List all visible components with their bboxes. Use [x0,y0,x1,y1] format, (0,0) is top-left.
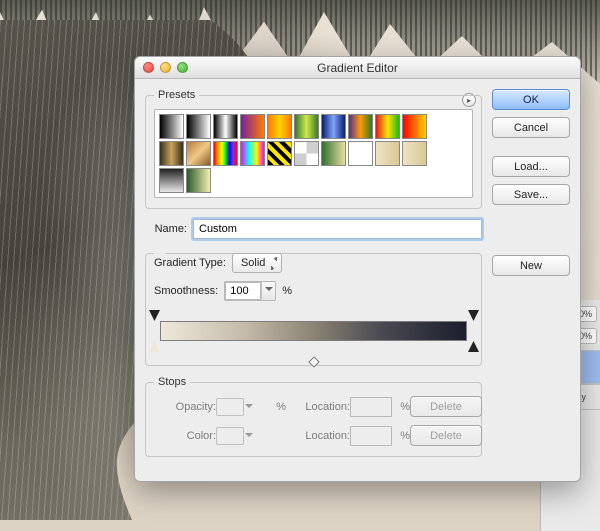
save-button[interactable]: Save... [492,184,570,205]
name-label: Name: [145,223,187,235]
preset-swatch[interactable] [402,114,427,139]
delete-color-stop-button: Delete [410,425,482,446]
location-label: Location: [286,430,350,442]
chevron-down-icon [245,404,253,412]
gradient-bar[interactable] [160,321,467,341]
percent-label: % [396,430,410,442]
preset-swatch[interactable] [213,114,238,139]
preset-swatch[interactable] [348,141,373,166]
preset-swatch[interactable] [186,141,211,166]
smoothness-input[interactable] [224,281,276,301]
preset-swatch[interactable] [213,141,238,166]
location-label: Location: [286,401,350,413]
ok-button[interactable]: OK [492,89,570,110]
preset-swatch[interactable] [402,141,427,166]
color-stop-handle[interactable] [468,341,479,352]
preset-swatch[interactable] [186,168,211,193]
opacity-stop-handle[interactable] [149,310,160,321]
percent-label: % [272,401,286,413]
smoothness-label: Smoothness: [154,285,218,297]
new-button[interactable]: New [492,255,570,276]
preset-swatch[interactable] [267,114,292,139]
preset-swatch[interactable] [375,114,400,139]
preset-swatch[interactable] [159,114,184,139]
color-location-input [350,426,392,446]
window-title: Gradient Editor [135,61,580,75]
gradient-settings-fieldset: . Gradient Type: Solid Smoothness: % [145,247,482,366]
preset-swatch[interactable] [375,141,400,166]
preset-swatch[interactable] [240,114,265,139]
presets-fieldset: Presets [145,89,482,209]
preset-swatch[interactable] [294,114,319,139]
titlebar[interactable]: Gradient Editor [135,57,580,79]
preset-swatch[interactable] [294,141,319,166]
load-button[interactable]: Load... [492,156,570,177]
color-stop-handle[interactable] [149,341,160,352]
gradient-ramp[interactable] [154,309,473,359]
stops-fieldset: Stops Opacity: % Location: % Delete Colo… [145,376,482,457]
stepper-icon[interactable] [261,282,275,300]
name-input[interactable] [193,219,482,239]
midpoint-handle[interactable] [308,356,319,367]
preset-swatch[interactable] [240,141,265,166]
zoom-icon[interactable] [177,62,188,73]
close-icon[interactable] [143,62,154,73]
preset-swatch[interactable] [267,141,292,166]
gradient-type-select[interactable]: Solid [232,253,282,273]
presets-legend: Presets [154,89,199,101]
preset-swatch[interactable] [348,114,373,139]
cancel-button[interactable]: Cancel [492,117,570,138]
color-swatch-field [216,427,244,445]
percent-label: % [282,285,292,297]
preset-swatch[interactable] [159,168,184,193]
percent-label: % [396,401,410,413]
minimize-icon[interactable] [160,62,171,73]
gradient-editor-dialog: Gradient Editor ▸ Presets Name: . Gradie… [134,56,581,482]
presets-grid[interactable] [154,109,473,198]
preset-swatch[interactable] [159,141,184,166]
opacity-value-field [216,398,244,416]
opacity-location-input [350,397,392,417]
opacity-stop-handle[interactable] [468,310,479,321]
preset-swatch[interactable] [321,141,346,166]
gradient-type-label: Gradient Type: [154,257,226,269]
stops-legend: Stops [154,376,190,388]
opacity-label: Opacity: [154,401,216,413]
color-label: Color: [154,430,216,442]
delete-opacity-stop-button: Delete [410,396,482,417]
chevron-down-icon [245,433,253,441]
preset-swatch[interactable] [186,114,211,139]
preset-swatch[interactable] [321,114,346,139]
